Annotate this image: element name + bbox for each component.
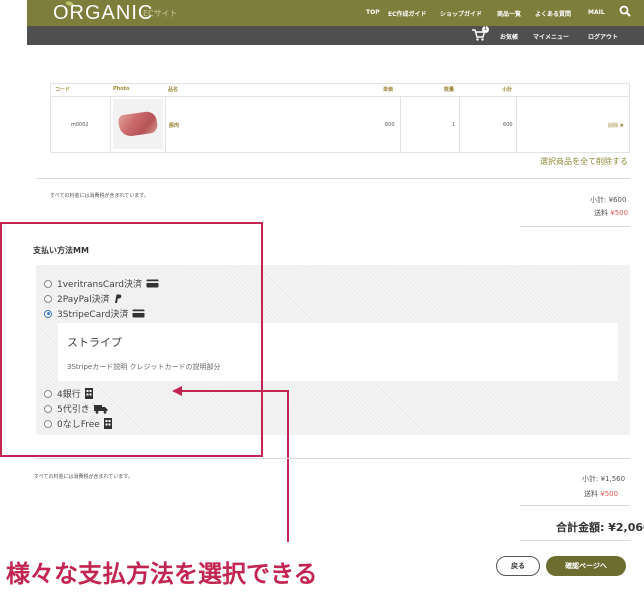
shipping-1: 送料 ¥500 [594,208,628,218]
callout-text: 様々な支払方法を選択できる [6,560,318,588]
logo-subtitle: ECサイト [143,9,178,18]
table-divider [400,97,401,152]
nav-faq[interactable]: よくある質問 [535,9,571,18]
col-header-code: コード [55,87,71,93]
subtotal-1: 小計: ¥600 [590,196,627,204]
divider [36,178,630,179]
nav-shop-guide[interactable]: ショップガイド [440,9,482,18]
tax-note: すべての料金には消費税が含まれています。 [50,193,149,199]
confirm-button[interactable]: 確認ページへ [546,556,626,576]
tax-note-2: すべての料金には消費税が含まれています。 [34,474,133,480]
shipping-label: 送料 [584,490,598,498]
sub-nav-my-menu[interactable]: マイメニュー [533,32,569,41]
cell-product-name[interactable]: 豚肉 [169,122,179,129]
table-divider [50,96,630,97]
nav-top[interactable]: TOP [366,9,380,16]
col-header-subtotal: 小計 [502,87,513,93]
divider [520,505,630,506]
table-divider [110,97,111,152]
nav-ec-guide[interactable]: EC作成ガイド [388,9,427,18]
nav-products[interactable]: 商品一覧 [497,9,521,18]
shipping-label: 送料 [594,209,608,217]
table-divider [459,97,460,152]
sub-nav-favorites[interactable]: お気帳 [500,32,518,41]
cell-subtotal: 600 [503,122,513,128]
shipping-2: 送料 ¥500 [584,489,618,499]
cart-count-badge: 1 [482,26,489,33]
cell-price: 600 [385,122,395,128]
divider [36,458,630,459]
callout-arrow [172,386,289,542]
divider [520,540,630,541]
table-divider [165,97,166,152]
search-icon[interactable] [619,5,631,17]
cell-qty: 1 [452,122,456,128]
subtotal-2: 小計: ¥1,560 [582,475,626,483]
col-header-qty: 数量 [444,87,455,93]
shipping-value: ¥500 [610,209,629,217]
col-header-price: 単価 [383,87,394,93]
cell-code: m0002 [71,122,89,128]
sub-nav-logout[interactable]: ログアウト [588,32,618,41]
table-divider [516,97,517,152]
col-header-photo: Photo [113,86,130,92]
nav-mail[interactable]: MAIL [588,9,605,16]
page: ORGANIC ECサイト TOP EC作成ガイド ショップガイド 商品一覧 よ… [0,0,644,592]
delete-all-link[interactable]: 選択商品を全て削除する [540,156,628,167]
grand-total: 合計金額: ¥2,060 [556,521,644,534]
divider [520,226,630,227]
back-button[interactable]: 戻る [496,556,540,576]
col-header-name: 品名 [168,87,179,93]
shipping-value: ¥500 [600,490,619,498]
delete-item-link[interactable]: 削除 ✖ [608,122,624,129]
